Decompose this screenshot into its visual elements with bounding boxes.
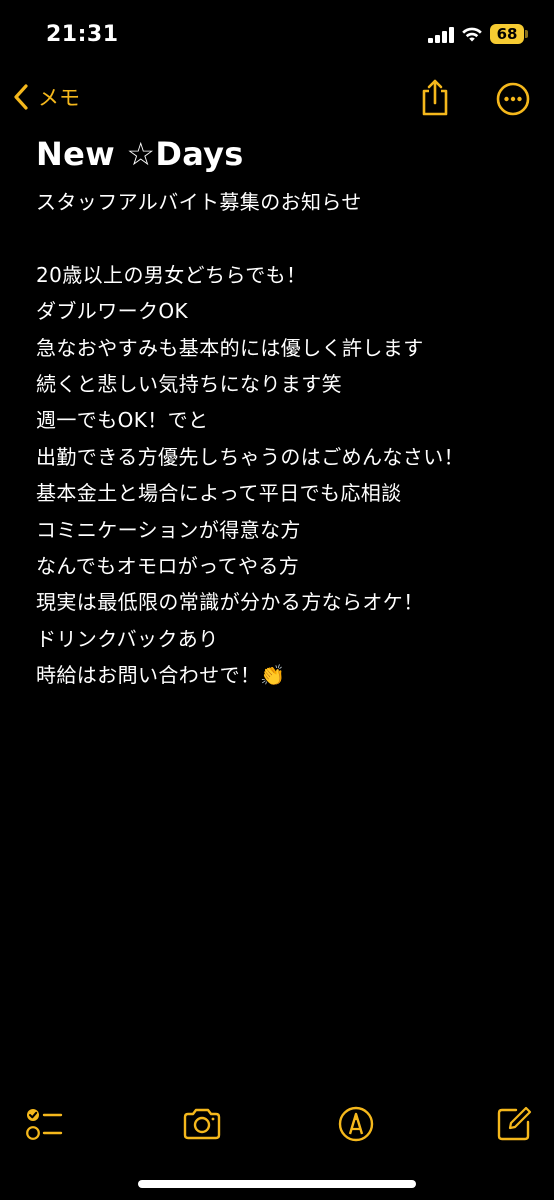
note-line: ダブルワークOK [36,299,189,324]
bottom-toolbar [0,1100,554,1146]
wifi-icon [462,27,482,42]
note-line: スタッフアルバイト募集のお知らせ [36,190,362,214]
note-line: 時給はお問い合わせで！👏 [36,663,286,688]
back-button-label: メモ [38,86,80,110]
note-line: コミニケーションが得意な方 [36,517,301,542]
compose-icon [497,1106,532,1141]
back-button[interactable]: メモ [12,82,80,112]
note-line: 急なおやすみも基本的には優しく許します [36,335,424,360]
checklist-button[interactable] [24,1104,64,1144]
ellipsis-circle-icon[interactable] [496,82,530,116]
notes-screen: 21:31 68 メモ New ☆Days スタッフアルバイト募集のお知らせ 2… [0,0,554,1200]
markup-button[interactable] [336,1104,376,1144]
note-body[interactable]: スタッフアルバイト募集のお知らせ 20歳以上の男女どちらでも！ ダブルワークOK… [36,184,526,693]
note-title[interactable]: New ☆Days [36,130,526,178]
note-line: 出勤できる方優先しちゃうのはごめんなさい！ [36,444,464,469]
note-line: 基本金土と場合によって平日でも応相談 [36,481,402,506]
compose-button[interactable] [494,1104,534,1144]
battery-icon: 68 [490,24,524,44]
nav-bar: メモ [0,72,554,124]
home-indicator[interactable] [138,1180,416,1188]
note-line: 現実は最低限の常識が分かる方ならオケ！ [36,590,424,615]
note-line: 20歳以上の男女どちらでも！ [36,262,307,287]
camera-icon [183,1108,221,1140]
note-line: 続くと悲しい気持ちになります笑 [36,371,342,396]
chevron-left-icon [14,84,28,110]
status-bar: 21:31 68 [0,0,554,70]
cellular-signal-icon [428,27,456,43]
note-line [36,220,526,256]
share-icon[interactable] [419,78,451,116]
note-line: なんでもオモロがってやる方 [36,553,300,578]
note-line: 週一でもOK！でと [36,408,209,433]
note-content[interactable]: New ☆Days スタッフアルバイト募集のお知らせ 20歳以上の男女どちらでも… [36,130,526,693]
status-time: 21:31 [46,22,119,47]
camera-button[interactable] [182,1104,222,1144]
note-line: ドリンクバックあり [36,626,219,651]
checklist-icon [26,1109,63,1140]
markup-pen-icon [338,1106,374,1142]
battery-tip [525,30,528,38]
